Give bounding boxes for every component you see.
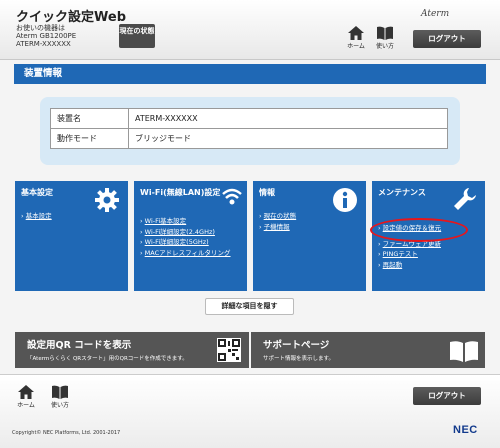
link-client-info[interactable]: 子機情報 — [259, 222, 296, 233]
tile-title: 基本設定 — [21, 188, 53, 197]
tile-title: メンテナンス — [378, 188, 426, 197]
device-info-table: 装置名 ATERM-XXXXXX 動作モード ブリッジモード — [50, 108, 448, 149]
current-status-button[interactable]: 現在の状態 — [119, 24, 155, 48]
info-icon — [332, 187, 358, 215]
book-icon — [52, 385, 68, 399]
link-wifi-24ghz[interactable]: Wi-Fi詳細設定(2.4GHz) — [140, 227, 231, 238]
copyright: Copyright© NEC Platforms, Ltd. 2001-2017 — [12, 430, 121, 436]
tile-title: 情報 — [259, 188, 275, 197]
gear-icon — [94, 187, 120, 215]
highlight-circle — [370, 218, 468, 242]
row-value: ATERM-XXXXXX — [128, 108, 448, 129]
support-title: サポートページ — [263, 340, 330, 351]
link-wifi-basic[interactable]: Wi-Fi基本設定 — [140, 216, 231, 227]
row-key: 動作モード — [50, 128, 129, 149]
home-button[interactable]: ホーム — [344, 26, 368, 56]
app-title: クイック設定Web — [16, 10, 126, 25]
book-icon — [377, 26, 393, 40]
device-info: お使いの機器は Aterm GB1200PE ATERM-XXXXXX — [16, 24, 76, 48]
logout-button[interactable]: ログアウト — [413, 30, 481, 48]
footer: ホーム 使い方 ログアウト — [0, 374, 500, 448]
section-title: 装置情報 — [14, 64, 486, 84]
support-subtitle: サポート情報を表示します。 — [263, 356, 334, 362]
link-reboot[interactable]: 再起動 — [378, 260, 441, 271]
tile-info[interactable]: 情報 現在の状態 子機情報 — [253, 181, 366, 291]
help-label: 使い方 — [375, 43, 394, 50]
row-value: ブリッジモード — [128, 128, 448, 149]
link-wifi-5ghz[interactable]: Wi-Fi詳細設定(5GHz) — [140, 237, 231, 248]
home-icon — [348, 26, 364, 40]
link-mac-filter[interactable]: MACアドレスフィルタリング — [140, 248, 231, 259]
device-model: Aterm GB1200PE — [16, 32, 77, 40]
help-button[interactable]: 使い方 — [373, 26, 397, 56]
footer-home-button[interactable]: ホーム — [14, 385, 38, 415]
qr-banner[interactable]: 設定用QR コードを表示 「Atermらくらく QRスタート」用のQRコードを作… — [15, 332, 249, 368]
wrench-icon — [453, 187, 477, 213]
tile-basic-settings[interactable]: 基本設定 基本設定 — [15, 181, 128, 291]
book-icon — [449, 340, 479, 364]
qr-code-icon — [217, 338, 241, 364]
tile-links: Wi-Fi基本設定 Wi-Fi詳細設定(2.4GHz) Wi-Fi詳細設定(5G… — [140, 216, 231, 258]
device-name: ATERM-XXXXXX — [16, 40, 71, 48]
table-row: 装置名 ATERM-XXXXXX — [50, 108, 448, 129]
qr-subtitle: 「Atermらくらく QRスタート」用のQRコードを作成できます。 — [27, 356, 188, 362]
footer-logout-button[interactable]: ログアウト — [413, 387, 481, 405]
link-basic-settings[interactable]: 基本設定 — [21, 211, 52, 222]
home-icon — [18, 385, 34, 399]
tile-wifi-settings[interactable]: Wi-Fi(無線LAN)設定 Wi-Fi基本設定 Wi-Fi詳細設定(2.4GH… — [134, 181, 247, 291]
tile-links: 現在の状態 子機情報 — [259, 211, 297, 233]
nec-logo: NEC — [453, 424, 478, 436]
home-label: ホーム — [17, 402, 35, 409]
device-label: お使いの機器は — [16, 24, 65, 32]
help-label: 使い方 — [50, 402, 69, 409]
aterm-logo: Aterm — [421, 9, 450, 19]
table-row: 動作モード ブリッジモード — [50, 128, 448, 149]
qr-title: 設定用QR コードを表示 — [27, 340, 132, 351]
tile-links: 基本設定 — [21, 211, 52, 222]
support-banner[interactable]: サポートページ サポート情報を表示します。 — [251, 332, 485, 368]
link-ping-test[interactable]: PINGテスト — [378, 249, 441, 260]
wifi-icon — [221, 186, 243, 208]
row-key: 装置名 — [50, 108, 129, 129]
hide-details-button[interactable]: 詳細な項目を隠す — [205, 298, 294, 315]
link-current-status[interactable]: 現在の状態 — [259, 211, 297, 222]
header: クイック設定Web お使いの機器は Aterm GB1200PE ATERM-X… — [0, 0, 500, 60]
footer-help-button[interactable]: 使い方 — [48, 385, 72, 415]
home-label: ホーム — [347, 43, 365, 50]
